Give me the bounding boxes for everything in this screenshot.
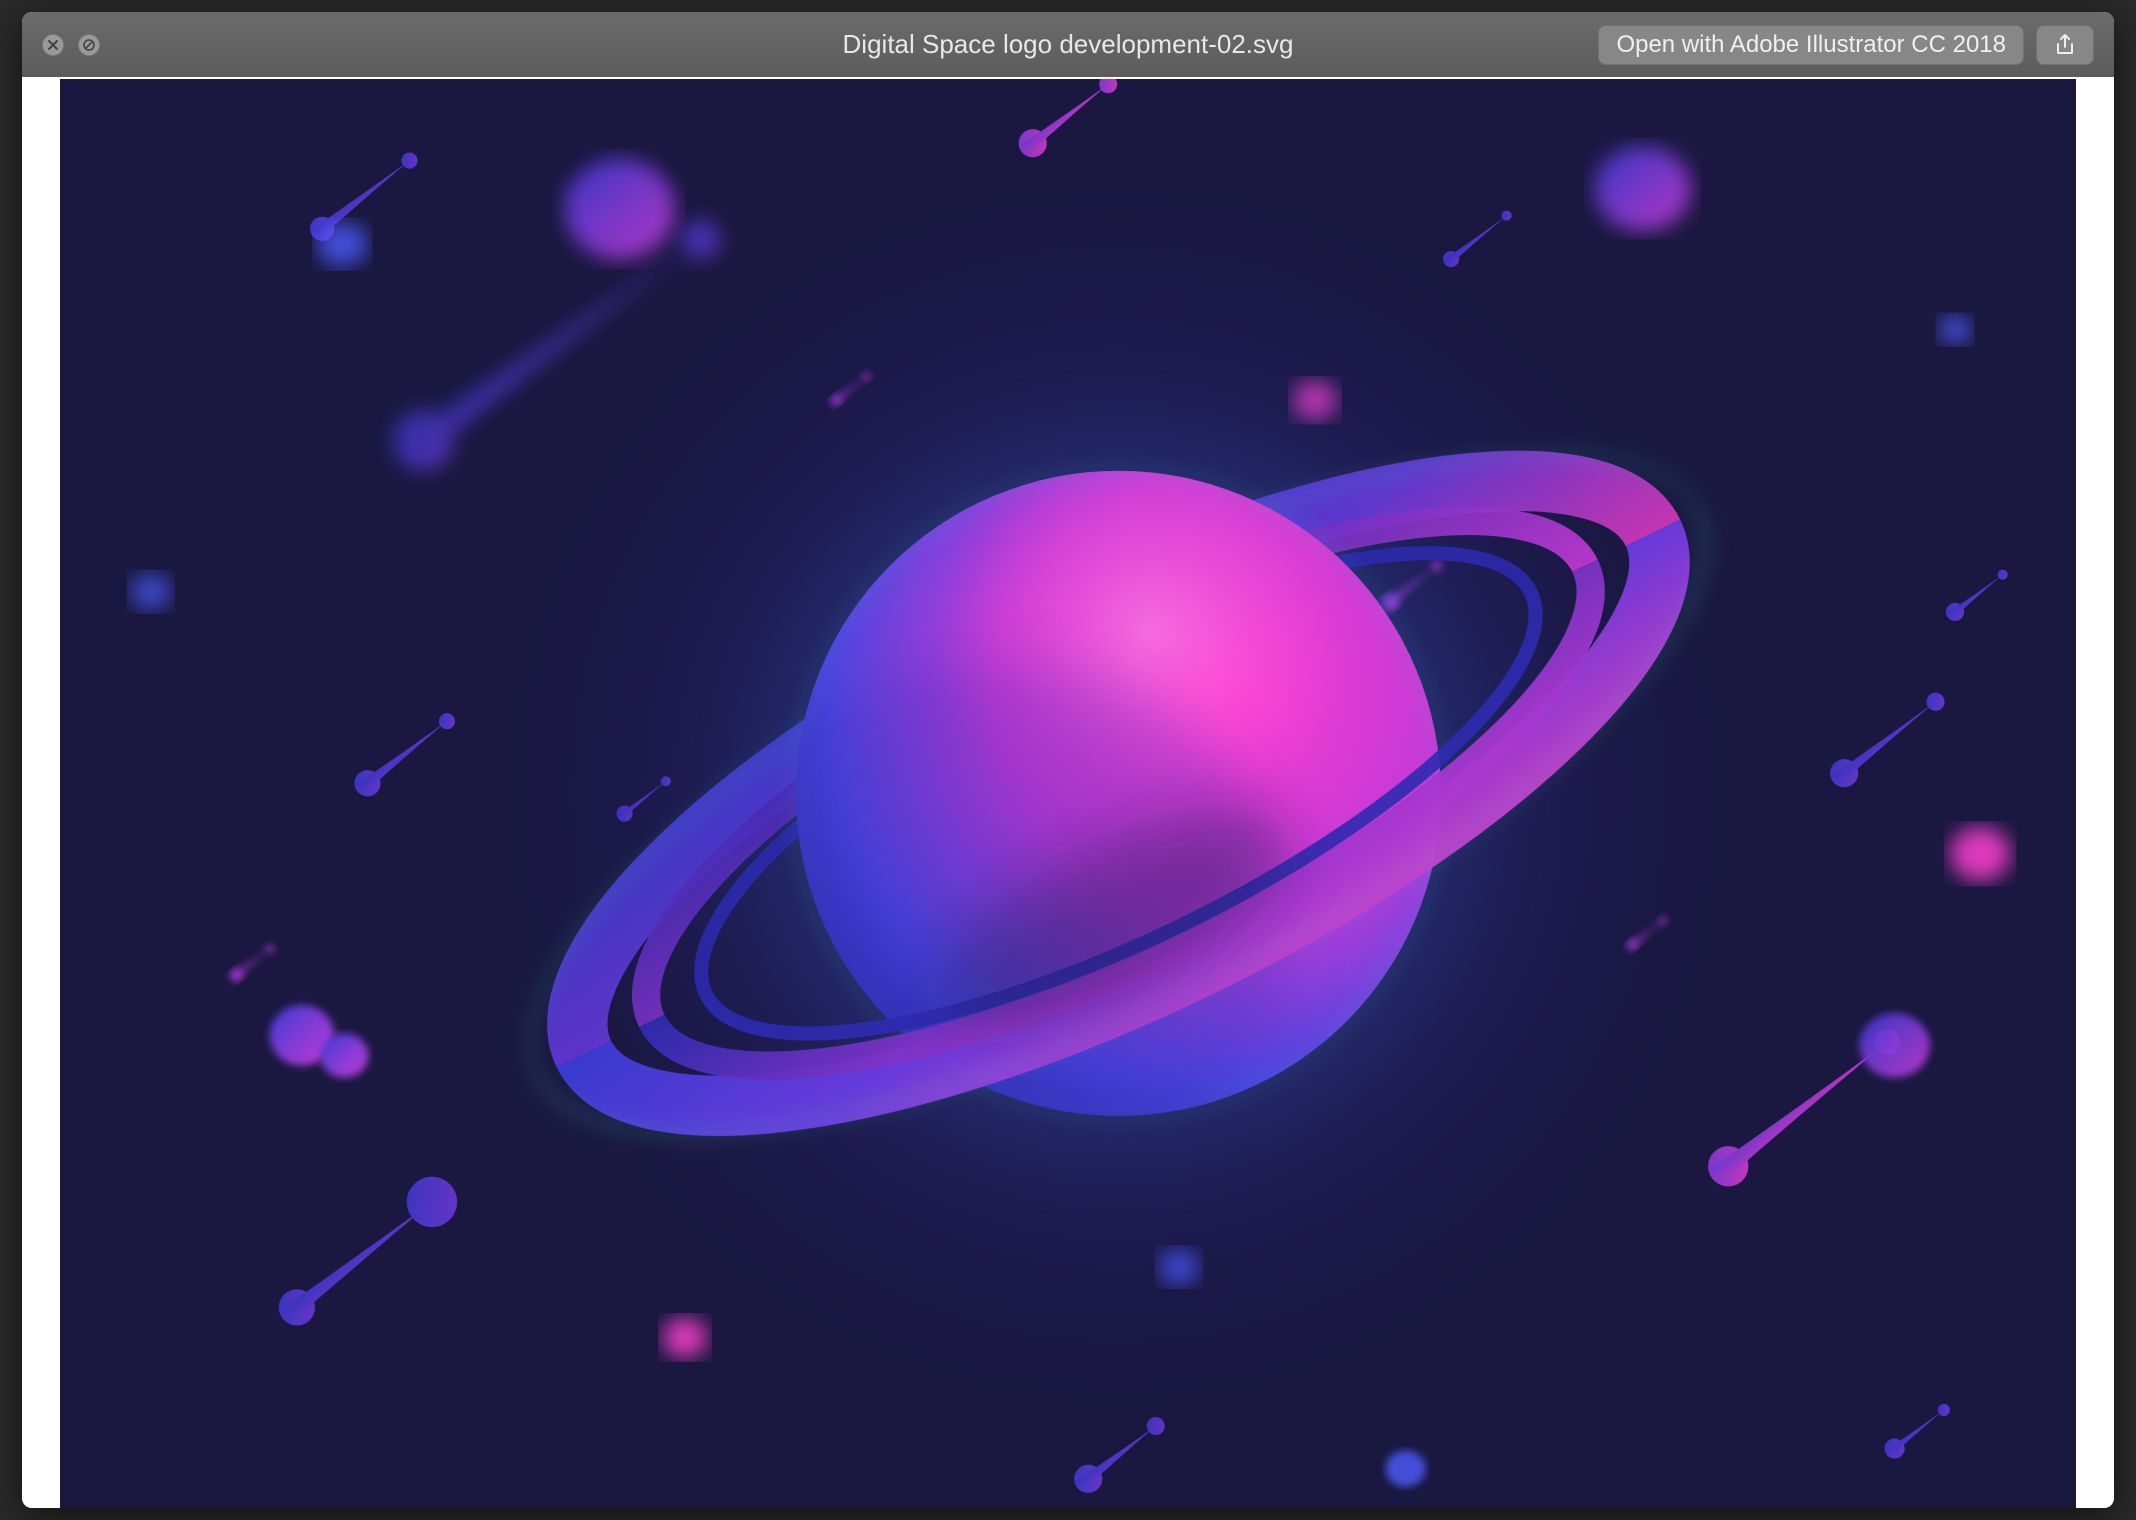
share-button[interactable] xyxy=(2036,25,2094,65)
planet-artwork xyxy=(60,79,2076,1508)
minimize-window-button[interactable] xyxy=(78,34,100,56)
open-with-button[interactable]: Open with Adobe Illustrator CC 2018 xyxy=(1598,25,2024,65)
svg-artwork-canvas xyxy=(60,79,2076,1508)
share-icon xyxy=(2053,33,2077,57)
blocked-icon xyxy=(83,39,95,51)
titlebar-actions: Open with Adobe Illustrator CC 2018 xyxy=(1598,25,2114,65)
window-titlebar: Digital Space logo development-02.svg Op… xyxy=(22,12,2114,78)
window-controls xyxy=(22,34,100,56)
close-window-button[interactable] xyxy=(42,34,64,56)
quicklook-window: Digital Space logo development-02.svg Op… xyxy=(22,12,2114,1508)
close-icon xyxy=(48,40,58,50)
preview-content xyxy=(22,77,2114,1508)
